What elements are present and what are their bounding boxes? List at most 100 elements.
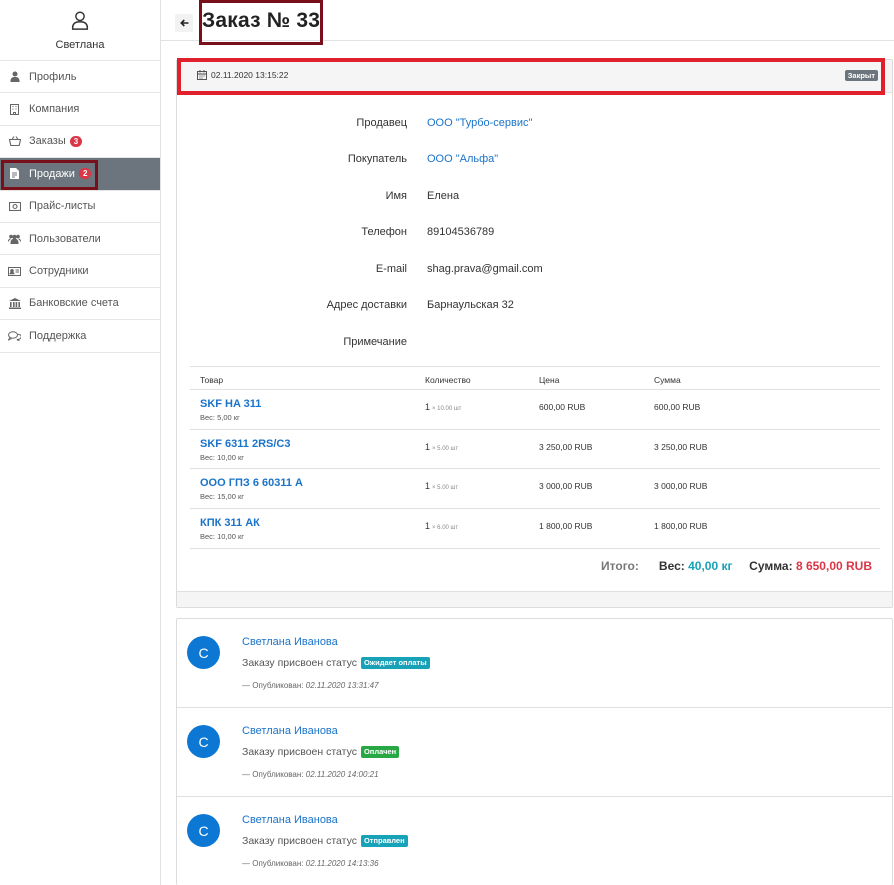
sidebar-item-orders[interactable]: Заказы 3: [0, 126, 160, 159]
order-items-table: Товар Количество Цена Сумма SKF HA 311 В…: [190, 366, 880, 549]
product-price: 3 000,00 RUB: [539, 481, 593, 492]
building-icon: [8, 103, 21, 115]
total-weight-label: Вес:: [658, 559, 685, 573]
sidebar-item-bank-accounts[interactable]: Банковские счета: [0, 288, 160, 321]
comment-meta: — Опубликован: 02.11.2020 13:31:47: [242, 681, 379, 690]
product-qty: 1 × 6.00 шт: [425, 521, 458, 531]
user-block[interactable]: Светлана: [0, 0, 160, 61]
comment-author-link[interactable]: Светлана Иванова: [242, 725, 338, 737]
sidebar-item-label: Прайс-листы: [29, 200, 96, 213]
order-totals: Итого: Вес: 40,00 кг Сумма: 8 650,00 RUB: [601, 559, 872, 573]
published-date: 02.11.2020 14:00:21: [305, 770, 379, 779]
seller-link[interactable]: ООО "Турбо-сервис": [427, 117, 532, 129]
sidebar: Светлана Профиль Компания Заказы 3 Прода…: [0, 0, 161, 885]
product-sum: 600,00 RUB: [654, 402, 701, 412]
product-link[interactable]: SKF HA 311: [200, 398, 261, 410]
table-row: ООО ГПЗ 6 60311 А Вес: 15,00 кг 1 × 5.00 …: [190, 469, 880, 510]
buyer-link[interactable]: ООО "Альфа": [427, 153, 498, 165]
note-label: Примечание: [343, 336, 407, 348]
comment-text: Заказу присвоен статус Оплачен: [242, 746, 400, 758]
table-header: Товар Количество Цена Сумма: [190, 366, 880, 390]
bank-icon: [8, 297, 21, 309]
product-qty: 1 × 5.00 шт: [425, 442, 458, 452]
buyer-label: Покупатель: [347, 153, 407, 165]
published-label: — Опубликован:: [242, 859, 304, 868]
product-price: 3 250,00 RUB: [539, 441, 593, 452]
total-sum-value: 8 650,00 RUB: [795, 559, 872, 573]
sidebar-item-users[interactable]: Пользователи: [0, 223, 160, 256]
qty-value: 1: [425, 481, 431, 492]
address-row: Адрес доставки Барнаульская 32: [177, 299, 892, 315]
sidebar-item-sales[interactable]: Продажи 2: [0, 158, 160, 191]
email-value: shag.prava@gmail.com: [427, 263, 543, 275]
basket-icon: [8, 135, 21, 147]
column-header-product: Товар: [200, 375, 224, 385]
sidebar-item-profile[interactable]: Профиль: [0, 61, 160, 94]
sidebar-item-support[interactable]: Поддержка: [0, 320, 160, 353]
sales-count-badge: 2: [78, 168, 92, 180]
product-price: 1 800,00 RUB: [539, 521, 593, 532]
chat-icon: [8, 330, 21, 342]
status-badge: Ожидает оплаты: [360, 657, 430, 669]
qty-value: 1: [425, 441, 431, 452]
sidebar-item-employees[interactable]: Сотрудники: [0, 255, 160, 288]
status-badge: Оплачен: [360, 746, 400, 758]
product-sum: 3 250,00 RUB: [654, 441, 708, 452]
product-qty: 1 × 5.00 шт: [425, 481, 458, 491]
sidebar-item-price-lists[interactable]: Прайс-листы: [0, 191, 160, 223]
user-icon: [8, 71, 21, 83]
comment-text: Заказу присвоен статус Отправлен: [242, 835, 408, 847]
sidebar-item-label: Банковские счета: [29, 297, 119, 310]
status-badge: Отправлен: [360, 835, 408, 847]
product-link[interactable]: SKF 6311 2RS/C3: [200, 438, 291, 450]
product-weight: Вес: 15,00 кг: [200, 492, 244, 502]
email-label: E-mail: [375, 263, 407, 275]
title-highlight-box: [199, 0, 323, 45]
buyer-row: Покупатель ООО "Альфа": [177, 153, 892, 169]
avatar: С: [187, 636, 220, 669]
avatar: С: [187, 814, 220, 847]
sidebar-item-label: Поддержка: [29, 329, 87, 342]
comment-author-link[interactable]: Светлана Иванова: [242, 814, 338, 826]
published-label: — Опубликован:: [242, 770, 304, 779]
published-date: 02.11.2020 13:31:47: [305, 681, 379, 690]
total-label: Итого:: [601, 559, 639, 573]
email-row: E-mail shag.prava@gmail.com: [177, 263, 892, 279]
product-link[interactable]: ООО ГПЗ 6 60311 А: [200, 477, 303, 489]
address-value: Барнаульская 32: [427, 299, 514, 311]
column-header-price: Цена: [539, 375, 560, 385]
qty-unit: × 6.00 шт: [432, 525, 459, 532]
sidebar-item-label: Компания: [29, 103, 80, 116]
sidebar-item-label: Продажи: [29, 167, 75, 180]
sidebar-item-label: Заказы: [29, 135, 66, 148]
comment-item: С Светлана Иванова Заказу присвоен стату…: [177, 797, 892, 885]
table-row: SKF HA 311 Вес: 5,00 кг 1 × 10.00 шт 600,…: [190, 390, 880, 430]
users-icon: [8, 233, 21, 245]
table-row: КПК 311 АК Вес: 10,00 кг 1 × 6.00 шт 1 80…: [190, 509, 880, 549]
back-button[interactable]: [175, 14, 193, 32]
orders-count-badge: 3: [69, 135, 83, 147]
money-icon: [8, 200, 21, 212]
phone-label: Телефон: [361, 226, 407, 238]
product-sum: 3 000,00 RUB: [654, 481, 708, 492]
arrow-left-icon: [179, 19, 188, 27]
comment-message: Заказу присвоен статус: [242, 746, 357, 758]
comment-author-link[interactable]: Светлана Иванова: [242, 636, 338, 648]
product-weight: Вес: 10,00 кг: [200, 532, 244, 542]
user-name: Светлана: [55, 39, 105, 51]
phone-row: Телефон 89104536789: [177, 226, 892, 242]
name-row: Имя Елена: [177, 190, 892, 206]
sidebar-item-label: Сотрудники: [29, 265, 89, 278]
column-header-qty: Количество: [425, 375, 471, 385]
comment-message: Заказу присвоен статус: [242, 657, 357, 669]
total-sum-label: Сумма:: [749, 559, 793, 573]
qty-unit: × 5.00 шт: [432, 445, 459, 452]
product-qty: 1 × 10.00 шт: [425, 402, 461, 412]
product-link[interactable]: КПК 311 АК: [200, 517, 260, 529]
sidebar-item-company[interactable]: Компания: [0, 93, 160, 126]
published-date: 02.11.2020 14:13:36: [305, 859, 379, 868]
seller-row: Продавец ООО "Турбо-сервис": [177, 117, 892, 133]
comment-message: Заказу присвоен статус: [242, 835, 357, 847]
date-highlight-box: [177, 58, 885, 95]
avatar: С: [187, 725, 220, 758]
